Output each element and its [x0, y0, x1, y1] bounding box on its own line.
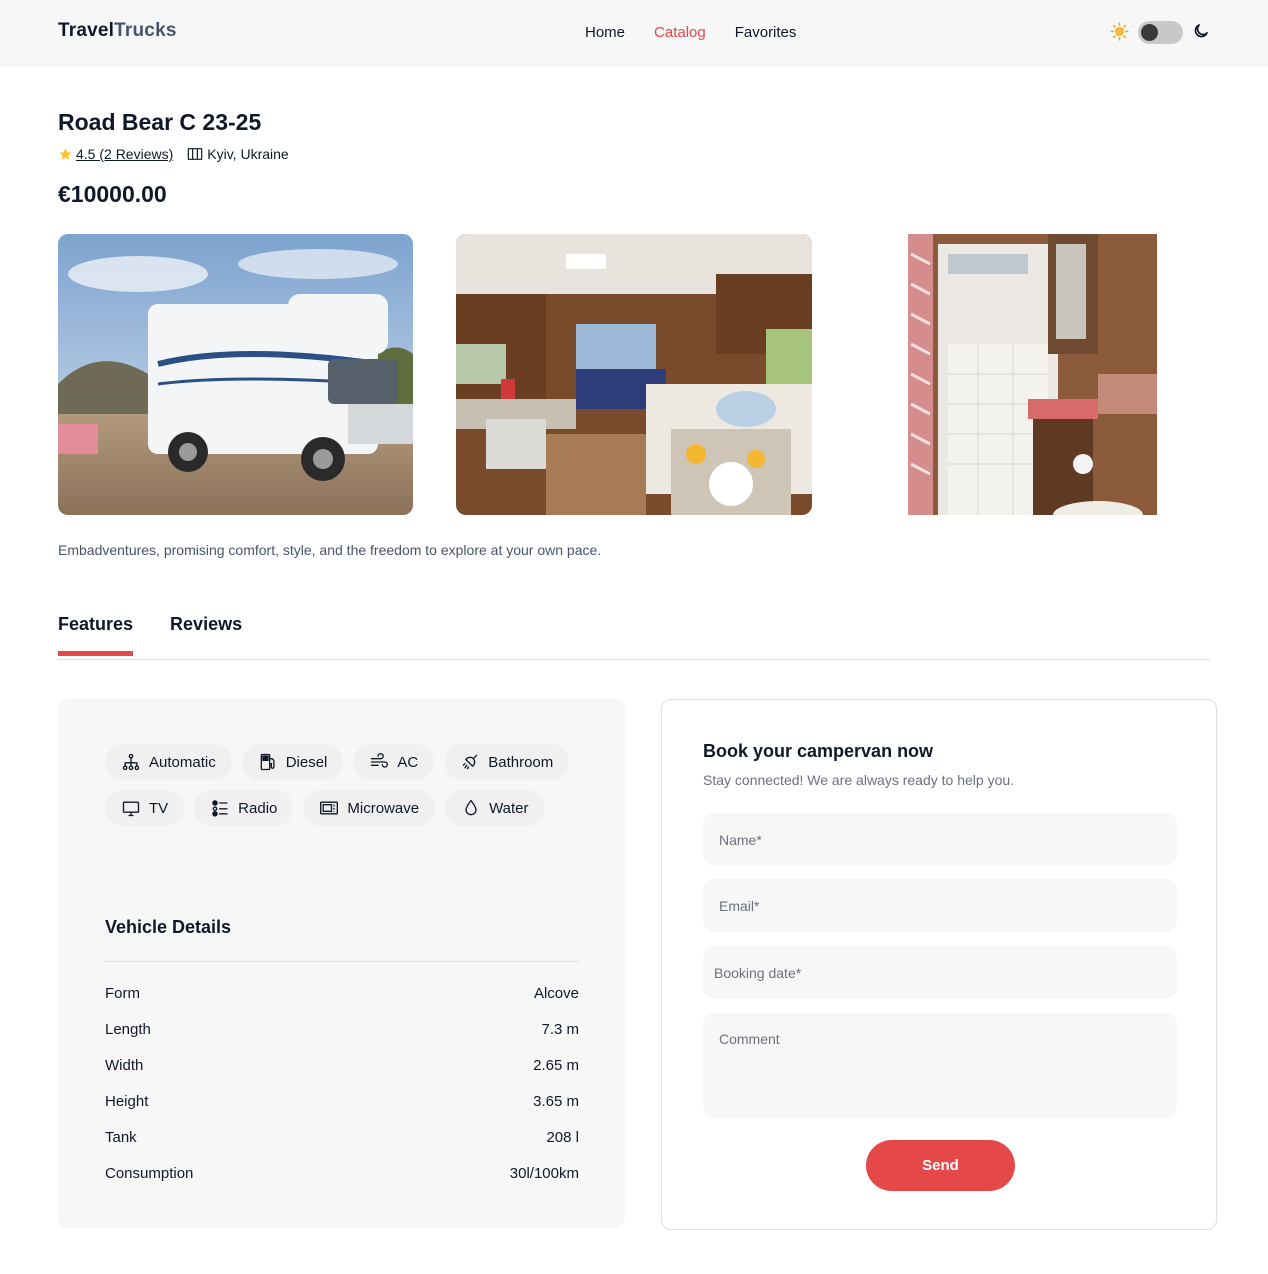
shower-icon — [462, 754, 478, 770]
name-field[interactable] — [703, 813, 1177, 866]
detail-label: Length — [105, 1021, 151, 1038]
detail-label: Consumption — [105, 1165, 194, 1182]
tabs-divider — [58, 659, 1210, 660]
water-drop-icon — [465, 799, 477, 816]
logo[interactable]: TravelTrucks — [58, 20, 177, 42]
feature-chip: Automatic — [105, 744, 232, 780]
detail-row: Width 2.65 m — [105, 1057, 579, 1093]
tab-features[interactable]: Features — [58, 614, 134, 656]
microwave-icon — [320, 801, 339, 815]
transmission-icon — [122, 753, 140, 771]
detail-value: 208 l — [546, 1129, 579, 1146]
detail-label: Tank — [105, 1129, 137, 1146]
gallery-photo-bathroom[interactable] — [908, 234, 1157, 515]
detail-row: Length 7.3 m — [105, 1021, 579, 1057]
radio-icon — [212, 800, 228, 817]
theme-toggle-knob — [1141, 24, 1158, 41]
camper-name: Road Bear C 23-25 — [58, 109, 262, 135]
send-button[interactable]: Send — [866, 1140, 1015, 1191]
feature-chip: Diesel — [241, 744, 344, 780]
detail-row: Consumption 30l/100km — [105, 1165, 579, 1201]
detail-value: 2.65 m — [533, 1057, 579, 1074]
feature-label: TV — [149, 799, 169, 817]
logo-part-travel: Travel — [58, 20, 115, 41]
logo-part-trucks: Trucks — [114, 20, 177, 41]
detail-value: 30l/100km — [509, 1165, 579, 1182]
feature-label: Automatic — [149, 753, 216, 771]
camper-description: Embadventures, promising comfort, style,… — [58, 542, 602, 558]
feature-chip: Microwave — [303, 790, 436, 826]
nav-favorites[interactable]: Favorites — [735, 24, 797, 41]
feature-label: Diesel — [285, 753, 328, 771]
feature-chip: Radio — [194, 790, 294, 826]
feature-chip: Bathroom — [444, 744, 570, 780]
wind-icon — [371, 753, 389, 768]
vehicle-details-list: Form Alcove Length 7.3 m Width 2.65 m He… — [105, 985, 579, 1201]
price: €10000.00 — [58, 181, 167, 207]
vehicle-details-title: Vehicle Details — [105, 917, 232, 937]
detail-label: Form — [105, 985, 140, 1002]
detail-value: Alcove — [533, 985, 579, 1002]
tv-icon — [122, 801, 140, 817]
tabs: Features Reviews — [58, 614, 242, 656]
features-panel: Automatic Diesel AC Bathroom TV Radio Mi… — [58, 699, 625, 1228]
site-header: TravelTrucks Home Catalog Favorites — [0, 0, 1268, 67]
booking-date-field[interactable] — [703, 946, 1177, 999]
detail-row: Tank 208 l — [105, 1129, 579, 1165]
feature-label: Bathroom — [488, 753, 554, 771]
feature-chip: Water — [445, 790, 545, 826]
detail-row: Form Alcove — [105, 985, 579, 1021]
feature-chips: Automatic Diesel AC Bathroom TV Radio Mi… — [105, 744, 585, 826]
detail-value: 7.3 m — [541, 1021, 579, 1038]
nav-home[interactable]: Home — [585, 24, 625, 41]
detail-row: Height 3.65 m — [105, 1093, 579, 1129]
detail-label: Width — [105, 1057, 144, 1074]
booking-title: Book your campervan now — [703, 741, 934, 761]
star-icon — [59, 147, 72, 160]
camper-meta: 4.5 (2 Reviews) Kyiv, Ukraine — [58, 146, 289, 162]
feature-chip: TV — [105, 790, 185, 826]
rating-reviews-link[interactable]: 4.5 (2 Reviews) — [76, 146, 173, 162]
feature-label: Water — [489, 799, 529, 817]
map-icon — [187, 148, 203, 160]
moon-icon — [1194, 24, 1208, 38]
feature-label: AC — [397, 753, 419, 771]
feature-chip: AC — [353, 744, 435, 780]
main-nav: Home Catalog Favorites — [585, 24, 796, 41]
nav-catalog[interactable]: Catalog — [654, 24, 706, 41]
feature-label: Radio — [238, 799, 278, 817]
location-text: Kyiv, Ukraine — [207, 146, 289, 162]
feature-label: Microwave — [347, 799, 420, 817]
gallery-photo-exterior[interactable] — [58, 234, 413, 515]
tab-reviews[interactable]: Reviews — [170, 614, 242, 655]
booking-subtitle: Stay connected! We are always ready to h… — [703, 772, 1015, 788]
vehicle-details-divider — [105, 961, 579, 962]
email-field[interactable] — [703, 879, 1177, 932]
theme-toggle[interactable] — [1138, 21, 1183, 44]
gallery-photo-interior[interactable] — [456, 234, 812, 515]
detail-value: 3.65 m — [533, 1093, 579, 1110]
sun-icon — [1110, 22, 1129, 41]
comment-field[interactable] — [703, 1013, 1177, 1118]
booking-form: Book your campervan now Stay connected! … — [661, 699, 1217, 1230]
detail-label: Height — [105, 1093, 149, 1110]
fuel-pump-icon — [260, 753, 275, 771]
